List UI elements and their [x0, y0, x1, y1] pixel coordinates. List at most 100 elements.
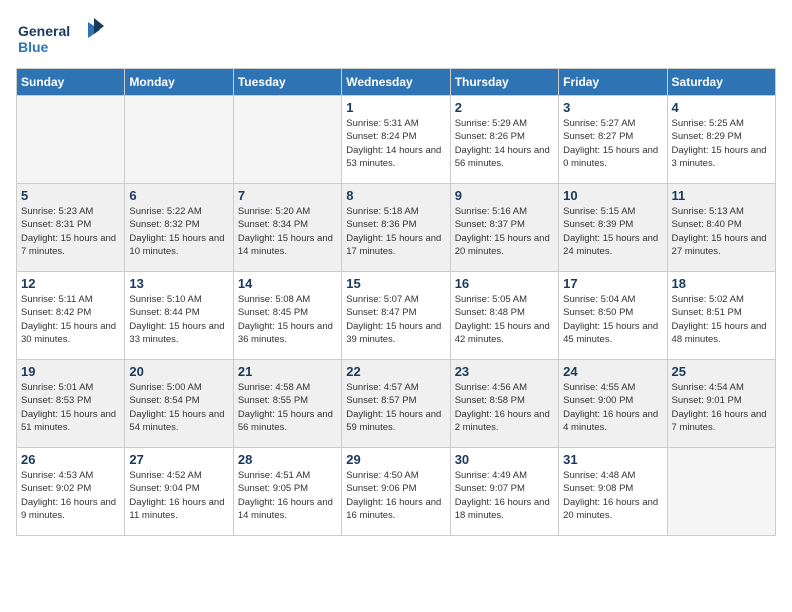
calendar-cell: 9Sunrise: 5:16 AM Sunset: 8:37 PM Daylig… — [450, 184, 558, 272]
day-number: 12 — [21, 276, 120, 291]
day-info: Sunrise: 5:07 AM Sunset: 8:47 PM Dayligh… — [346, 293, 445, 346]
day-number: 8 — [346, 188, 445, 203]
day-info: Sunrise: 5:00 AM Sunset: 8:54 PM Dayligh… — [129, 381, 228, 434]
day-info: Sunrise: 5:29 AM Sunset: 8:26 PM Dayligh… — [455, 117, 554, 170]
header-friday: Friday — [559, 69, 667, 96]
day-number: 13 — [129, 276, 228, 291]
day-info: Sunrise: 5:10 AM Sunset: 8:44 PM Dayligh… — [129, 293, 228, 346]
calendar-week-row: 19Sunrise: 5:01 AM Sunset: 8:53 PM Dayli… — [17, 360, 776, 448]
day-info: Sunrise: 5:27 AM Sunset: 8:27 PM Dayligh… — [563, 117, 662, 170]
day-info: Sunrise: 5:11 AM Sunset: 8:42 PM Dayligh… — [21, 293, 120, 346]
day-number: 10 — [563, 188, 662, 203]
calendar-cell: 30Sunrise: 4:49 AM Sunset: 9:07 PM Dayli… — [450, 448, 558, 536]
day-number: 17 — [563, 276, 662, 291]
day-number: 15 — [346, 276, 445, 291]
logo-svg: General Blue — [16, 16, 106, 60]
calendar-cell: 12 Sunrise: 5:11 AM Sunset: 8:42 PM Dayli… — [17, 272, 125, 360]
calendar-cell: 29 Sunrise: 4:50 AM Sunset: 9:06 PM Dayli… — [342, 448, 450, 536]
day-info: Sunrise: 4:54 AM Sunset: 9:01 PM Dayligh… — [672, 381, 771, 434]
calendar-cell: 11Sunrise: 5:13 AM Sunset: 8:40 PM Dayli… — [667, 184, 775, 272]
svg-text:Blue: Blue — [18, 39, 49, 55]
day-info: Sunrise: 4:56 AM Sunset: 8:58 PM Dayligh… — [455, 381, 554, 434]
calendar-cell: 31Sunrise: 4:48 AM Sunset: 9:08 PM Dayli… — [559, 448, 667, 536]
page-header: General Blue — [16, 16, 776, 60]
day-info: Sunrise: 5:08 AM Sunset: 8:45 PM Dayligh… — [238, 293, 337, 346]
calendar-week-row: 26 Sunrise: 4:53 AM Sunset: 9:02 PM Dayli… — [17, 448, 776, 536]
calendar-cell: 8 Sunrise: 5:18 AM Sunset: 8:36 PM Daylig… — [342, 184, 450, 272]
day-number: 27 — [129, 452, 228, 467]
day-number: 7 — [238, 188, 337, 203]
day-number: 9 — [455, 188, 554, 203]
calendar-cell: 15 Sunrise: 5:07 AM Sunset: 8:47 PM Dayli… — [342, 272, 450, 360]
header-tuesday: Tuesday — [233, 69, 341, 96]
day-number: 25 — [672, 364, 771, 379]
calendar-cell: 5 Sunrise: 5:23 AM Sunset: 8:31 PM Daylig… — [17, 184, 125, 272]
header-saturday: Saturday — [667, 69, 775, 96]
day-info: Sunrise: 5:02 AM Sunset: 8:51 PM Dayligh… — [672, 293, 771, 346]
calendar-cell — [233, 96, 341, 184]
calendar-cell: 17 Sunrise: 5:04 AM Sunset: 8:50 PM Dayli… — [559, 272, 667, 360]
day-info: Sunrise: 5:15 AM Sunset: 8:39 PM Dayligh… — [563, 205, 662, 258]
calendar-cell: 25 Sunrise: 4:54 AM Sunset: 9:01 PM Dayli… — [667, 360, 775, 448]
day-number: 5 — [21, 188, 120, 203]
calendar-cell: 26 Sunrise: 4:53 AM Sunset: 9:02 PM Dayli… — [17, 448, 125, 536]
calendar-cell: 14 Sunrise: 5:08 AM Sunset: 8:45 PM Dayli… — [233, 272, 341, 360]
calendar-cell: 24 Sunrise: 4:55 AM Sunset: 9:00 PM Dayli… — [559, 360, 667, 448]
day-number: 14 — [238, 276, 337, 291]
day-number: 21 — [238, 364, 337, 379]
calendar-week-row: 12 Sunrise: 5:11 AM Sunset: 8:42 PM Dayli… — [17, 272, 776, 360]
day-number: 1 — [346, 100, 445, 115]
day-number: 24 — [563, 364, 662, 379]
calendar-cell: 20 Sunrise: 5:00 AM Sunset: 8:54 PM Dayli… — [125, 360, 233, 448]
day-info: Sunrise: 4:55 AM Sunset: 9:00 PM Dayligh… — [563, 381, 662, 434]
calendar-cell: 23 Sunrise: 4:56 AM Sunset: 8:58 PM Dayli… — [450, 360, 558, 448]
calendar-cell: 18 Sunrise: 5:02 AM Sunset: 8:51 PM Dayli… — [667, 272, 775, 360]
day-number: 26 — [21, 452, 120, 467]
day-info: Sunrise: 4:50 AM Sunset: 9:06 PM Dayligh… — [346, 469, 445, 522]
calendar-header-row: SundayMondayTuesdayWednesdayThursdayFrid… — [17, 69, 776, 96]
day-info: Sunrise: 5:25 AM Sunset: 8:29 PM Dayligh… — [672, 117, 771, 170]
day-number: 16 — [455, 276, 554, 291]
day-info: Sunrise: 4:53 AM Sunset: 9:02 PM Dayligh… — [21, 469, 120, 522]
calendar-cell: 27 Sunrise: 4:52 AM Sunset: 9:04 PM Dayli… — [125, 448, 233, 536]
day-number: 3 — [563, 100, 662, 115]
day-info: Sunrise: 4:58 AM Sunset: 8:55 PM Dayligh… — [238, 381, 337, 434]
day-info: Sunrise: 4:51 AM Sunset: 9:05 PM Dayligh… — [238, 469, 337, 522]
day-number: 29 — [346, 452, 445, 467]
header-sunday: Sunday — [17, 69, 125, 96]
calendar-cell: 19Sunrise: 5:01 AM Sunset: 8:53 PM Dayli… — [17, 360, 125, 448]
calendar-cell: 4 Sunrise: 5:25 AM Sunset: 8:29 PM Daylig… — [667, 96, 775, 184]
calendar-cell: 2 Sunrise: 5:29 AM Sunset: 8:26 PM Daylig… — [450, 96, 558, 184]
day-number: 22 — [346, 364, 445, 379]
calendar-cell: 28 Sunrise: 4:51 AM Sunset: 9:05 PM Dayli… — [233, 448, 341, 536]
day-info: Sunrise: 4:48 AM Sunset: 9:08 PM Dayligh… — [563, 469, 662, 522]
day-number: 2 — [455, 100, 554, 115]
day-number: 20 — [129, 364, 228, 379]
day-number: 23 — [455, 364, 554, 379]
day-info: Sunrise: 5:22 AM Sunset: 8:32 PM Dayligh… — [129, 205, 228, 258]
day-number: 28 — [238, 452, 337, 467]
calendar-cell: 10 Sunrise: 5:15 AM Sunset: 8:39 PM Dayli… — [559, 184, 667, 272]
day-number: 18 — [672, 276, 771, 291]
logo: General Blue — [16, 16, 106, 60]
day-info: Sunrise: 5:23 AM Sunset: 8:31 PM Dayligh… — [21, 205, 120, 258]
calendar-cell — [667, 448, 775, 536]
day-number: 4 — [672, 100, 771, 115]
day-info: Sunrise: 4:57 AM Sunset: 8:57 PM Dayligh… — [346, 381, 445, 434]
calendar-cell — [17, 96, 125, 184]
day-info: Sunrise: 5:04 AM Sunset: 8:50 PM Dayligh… — [563, 293, 662, 346]
day-info: Sunrise: 5:05 AM Sunset: 8:48 PM Dayligh… — [455, 293, 554, 346]
calendar-cell: 13 Sunrise: 5:10 AM Sunset: 8:44 PM Dayli… — [125, 272, 233, 360]
day-number: 11 — [672, 188, 771, 203]
calendar-cell: 3 Sunrise: 5:27 AM Sunset: 8:27 PM Daylig… — [559, 96, 667, 184]
day-number: 30 — [455, 452, 554, 467]
day-number: 6 — [129, 188, 228, 203]
calendar-cell: 16 Sunrise: 5:05 AM Sunset: 8:48 PM Dayli… — [450, 272, 558, 360]
calendar-cell: 22 Sunrise: 4:57 AM Sunset: 8:57 PM Dayli… — [342, 360, 450, 448]
day-info: Sunrise: 5:01 AM Sunset: 8:53 PM Dayligh… — [21, 381, 120, 434]
day-info: Sunrise: 4:52 AM Sunset: 9:04 PM Dayligh… — [129, 469, 228, 522]
calendar-cell — [125, 96, 233, 184]
day-info: Sunrise: 5:18 AM Sunset: 8:36 PM Dayligh… — [346, 205, 445, 258]
header-wednesday: Wednesday — [342, 69, 450, 96]
calendar-cell: 6 Sunrise: 5:22 AM Sunset: 8:32 PM Daylig… — [125, 184, 233, 272]
